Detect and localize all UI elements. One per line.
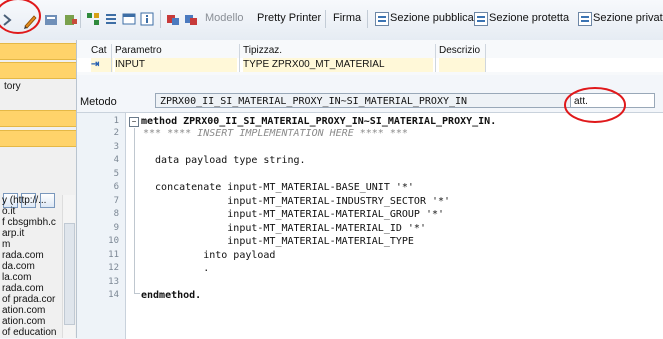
- list-icon[interactable]: [104, 12, 118, 26]
- line-number: 2: [113, 128, 119, 138]
- code-line[interactable]: into payload: [143, 250, 275, 262]
- code-line[interactable]: concatenate input-MT_MATERIAL-BASE_UNIT …: [143, 182, 414, 194]
- test-icon[interactable]: [64, 13, 78, 27]
- tree-item[interactable]: ation.com: [0, 316, 60, 327]
- toolbar-button-sezione-protetta[interactable]: Sezione protetta: [489, 12, 569, 24]
- fold-guide-end: [134, 293, 140, 294]
- navigator-scrollbar[interactable]: [62, 195, 75, 338]
- input-param-icon: ⇥: [91, 58, 113, 72]
- info-icon[interactable]: [140, 12, 154, 26]
- window-icon[interactable]: [122, 12, 136, 26]
- line-number: 1: [113, 116, 119, 126]
- tree-item[interactable]: rada.com: [0, 283, 60, 294]
- line-number: 5: [113, 169, 119, 179]
- protected-section-icon: [474, 12, 488, 26]
- hierarchy-icon[interactable]: [86, 12, 100, 26]
- public-section-icon: [375, 12, 389, 26]
- code-line[interactable]: input-MT_MATERIAL-INDUSTRY_SECTOR '*': [143, 196, 450, 208]
- param-type[interactable]: TYPE ZPRX00_MT_MATERIAL: [243, 58, 433, 72]
- method-label: Metodo: [80, 96, 117, 108]
- activate-icon[interactable]: [44, 13, 58, 27]
- column-divider: [485, 44, 486, 72]
- line-number: 11: [108, 250, 119, 260]
- navigator-selection-bar[interactable]: [0, 43, 76, 60]
- line-number-gutter: 1 2 3 4 5 6 7 8 9 10 11 12 13 14: [77, 113, 126, 339]
- toolbar-button-firma[interactable]: Firma: [333, 12, 361, 24]
- application-toolbar: Modello Pretty Printer Firma Sezione pub…: [0, 0, 663, 41]
- line-number: 4: [113, 155, 119, 165]
- line-number: 9: [113, 223, 119, 233]
- column-divider: [435, 44, 436, 72]
- toolbar-button-sezione-pubblica[interactable]: Sezione pubblica: [390, 12, 474, 24]
- edit-pencil-icon[interactable]: [22, 13, 38, 29]
- navigator-history-label[interactable]: tory: [4, 81, 76, 92]
- method-status-field: att.: [570, 93, 655, 108]
- tree-item[interactable]: arp.it: [0, 228, 60, 239]
- navigator-selection-bar[interactable]: [0, 110, 76, 127]
- header-cat: Cat: [91, 45, 107, 56]
- tree-item[interactable]: o.it: [0, 206, 60, 217]
- method-name-field[interactable]: ZPRX00_II_SI_MATERIAL_PROXY_IN~SI_MATERI…: [155, 93, 640, 108]
- fold-guide: [134, 128, 135, 293]
- toolbar-separator: [325, 10, 326, 28]
- private-section-icon: [578, 12, 592, 26]
- header-parametro: Parametro: [115, 45, 162, 56]
- navigator-tree: y (http://... o.it f cbsgmbh.c arp.it m …: [0, 195, 60, 338]
- parameter-table-header: Cat Parametro Tipizzaz. Descrizio: [77, 44, 663, 58]
- line-number: 14: [108, 290, 119, 300]
- line-number: 8: [113, 209, 119, 219]
- header-descrizione: Descrizio: [439, 45, 481, 56]
- toolbar-button-modello[interactable]: Modello: [205, 12, 244, 24]
- tree-item[interactable]: rada.com: [0, 250, 60, 261]
- toolbar-separator: [160, 10, 161, 28]
- code-line[interactable]: endmethod.: [141, 290, 201, 302]
- toolbar-separator: [80, 10, 81, 28]
- tree-item[interactable]: da.com: [0, 261, 60, 272]
- column-divider: [111, 44, 112, 72]
- toolbar-separator: [367, 10, 368, 28]
- line-number: 7: [113, 196, 119, 206]
- code-editor[interactable]: 1 2 3 4 5 6 7 8 9 10 11 12 13 14 − metho…: [77, 112, 663, 339]
- code-line[interactable]: *** **** INSERT IMPLEMENTATION HERE ****…: [143, 128, 408, 140]
- object-icon-red[interactable]: [166, 12, 180, 26]
- tree-item[interactable]: of education: [0, 327, 60, 338]
- navigator-selection-bar[interactable]: [0, 62, 76, 79]
- parameter-row[interactable]: ⇥ INPUT TYPE ZPRX00_MT_MATERIAL: [77, 58, 663, 72]
- line-number: 10: [108, 236, 119, 246]
- code-line[interactable]: data payload type string.: [143, 155, 306, 167]
- tree-item[interactable]: f cbsgmbh.c: [0, 217, 60, 228]
- code-line[interactable]: method ZPRX00_II_SI_MATERIAL_PROXY_IN~SI…: [141, 116, 496, 128]
- tree-item[interactable]: m: [0, 239, 60, 250]
- scrollbar-thumb[interactable]: [64, 223, 75, 325]
- tree-item[interactable]: y (http://...: [0, 195, 60, 206]
- code-line[interactable]: input-MT_MATERIAL-MATERIAL_TYPE: [143, 236, 414, 248]
- method-bar: Metodo ZPRX00_II_SI_MATERIAL_PROXY_IN~SI…: [77, 92, 663, 112]
- navigator-selection-bar[interactable]: [0, 130, 76, 147]
- line-number: 12: [108, 263, 119, 273]
- code-line[interactable]: input-MT_MATERIAL-MATERIAL_GROUP '*': [143, 209, 444, 221]
- code-line[interactable]: input-MT_MATERIAL-MATERIAL_ID '*': [143, 223, 426, 235]
- header-tipizzaz: Tipizzaz.: [243, 45, 283, 56]
- collapse-block-icon[interactable]: −: [129, 117, 139, 127]
- toolbar-icon-group: [0, 10, 77, 30]
- line-number: 6: [113, 182, 119, 192]
- parameter-table: Cat Parametro Tipizzaz. Descrizio ⇥ INPU…: [77, 40, 663, 75]
- param-name[interactable]: INPUT: [115, 58, 237, 72]
- object-icon-blue[interactable]: [184, 12, 198, 26]
- tree-item[interactable]: ation.com: [0, 305, 60, 316]
- code-line[interactable]: .: [143, 263, 209, 275]
- line-number: 3: [113, 142, 119, 152]
- column-divider: [239, 44, 240, 72]
- line-number: 13: [108, 277, 119, 287]
- param-description[interactable]: [439, 58, 485, 72]
- refresh-icon[interactable]: [2, 13, 16, 27]
- toolbar-button-sezione-privata[interactable]: Sezione privata: [593, 12, 663, 24]
- toolbar-button-pretty-printer[interactable]: Pretty Printer: [257, 12, 321, 24]
- tree-item[interactable]: of prada.cor: [0, 294, 60, 305]
- tree-item[interactable]: la.com: [0, 272, 60, 283]
